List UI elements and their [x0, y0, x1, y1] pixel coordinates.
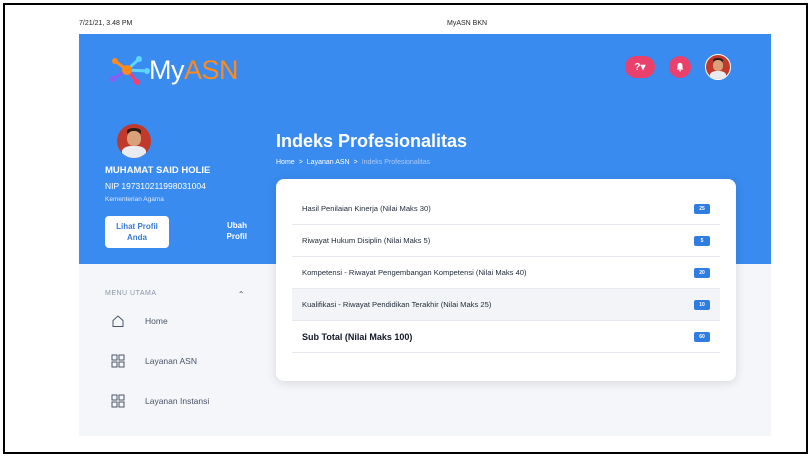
sidebar-item-layanan-asn[interactable]: Layanan ASN [111, 354, 197, 368]
score-card: Hasil Penilaian Kinerja (Nilai Maks 30) … [276, 179, 736, 381]
notifications-button[interactable] [669, 56, 691, 78]
score-label: Kompetensi - Riwayat Pengembangan Kompet… [302, 268, 527, 277]
print-header: 7/21/21, 3.48 PM MyASN BKN [0, 20, 811, 32]
breadcrumb: Home > Layanan ASN > Indeks Profesionalitas [276, 159, 430, 166]
app-page: MyASN ?▾ MUHAMAT SAID HOLIE NIP 19731021… [79, 34, 771, 436]
profile-name: MUHAMAT SAID HOLIE [105, 165, 211, 176]
subtotal-label: Sub Total (Nilai Maks 100) [302, 331, 413, 342]
view-profile-label-1: Lihat Profil [116, 222, 158, 231]
profile-office: Kementerian Agama [105, 196, 164, 203]
score-row: Kualifikasi - Riwayat Pendidikan Terakhi… [292, 289, 720, 321]
grid-icon [111, 354, 125, 368]
menu-heading-label: MENU UTAMA [105, 290, 157, 297]
profile-avatar [117, 124, 151, 158]
score-row: Hasil Penilaian Kinerja (Nilai Maks 30) … [292, 193, 720, 225]
print-datetime: 7/21/21, 3.48 PM [79, 20, 133, 27]
score-badge: 10 [694, 299, 710, 310]
bell-icon [676, 62, 684, 72]
breadcrumb-home[interactable]: Home [276, 159, 295, 166]
sidebar-item-label: Layanan Instansi [145, 396, 210, 406]
sidebar-item-label: Layanan ASN [145, 356, 197, 366]
sidebar-item-label: Home [145, 316, 168, 326]
home-icon [112, 315, 124, 327]
subtotal-badge: 60 [694, 331, 710, 342]
view-profile-label-2: Anda [127, 233, 147, 242]
avatar-face [713, 59, 723, 71]
breadcrumb-separator: > [353, 159, 358, 166]
grid-icon [111, 394, 125, 408]
user-avatar[interactable] [705, 54, 731, 80]
score-row: Kompetensi - Riwayat Pengembangan Kompet… [292, 257, 720, 289]
edit-profile-button[interactable]: Ubah Profil [213, 220, 247, 242]
score-label: Kualifikasi - Riwayat Pendidikan Terakhi… [302, 300, 492, 309]
sidebar-item-home[interactable]: Home [111, 314, 168, 328]
edit-profile-label-2: Profil [226, 232, 247, 241]
sidebar-item-layanan-instansi[interactable]: Layanan Instansi [111, 394, 209, 408]
help-menu-button[interactable]: ?▾ [625, 56, 655, 78]
score-badge: 25 [694, 203, 710, 214]
avatar-body [122, 146, 146, 158]
score-label: Hasil Penilaian Kinerja (Nilai Maks 30) [302, 204, 431, 213]
myasn-logo[interactable]: MyASN [107, 52, 239, 88]
top-actions: ?▾ [625, 54, 731, 80]
score-badge: 5 [694, 235, 710, 246]
print-title: MyASN BKN [447, 20, 488, 27]
avatar-body [709, 70, 727, 79]
logo-text: MyASN [149, 54, 239, 85]
avatar-face [127, 130, 141, 147]
chevron-up-icon: ⌃ [237, 290, 245, 299]
view-profile-button[interactable]: Lihat Profil Anda [105, 216, 169, 248]
breadcrumb-current: Indeks Profesionalitas [361, 159, 431, 166]
page-title: Indeks Profesionalitas [276, 131, 468, 151]
profile-nip: NIP 197310211998031004 [105, 181, 206, 191]
subtotal-row: Sub Total (Nilai Maks 100) 60 [292, 321, 720, 353]
menu-heading[interactable]: MENU UTAMA ⌃ [105, 290, 245, 299]
question-icon: ?▾ [634, 61, 646, 73]
score-label: Riwayat Hukum Disiplin (Nilai Maks 5) [302, 236, 431, 245]
breadcrumb-layanan-asn[interactable]: Layanan ASN [307, 159, 350, 166]
network-logo-icon [110, 56, 150, 85]
score-badge: 20 [694, 267, 710, 278]
score-row: Riwayat Hukum Disiplin (Nilai Maks 5) 5 [292, 225, 720, 257]
edit-profile-label-1: Ubah [227, 221, 247, 230]
breadcrumb-separator: > [298, 159, 303, 166]
